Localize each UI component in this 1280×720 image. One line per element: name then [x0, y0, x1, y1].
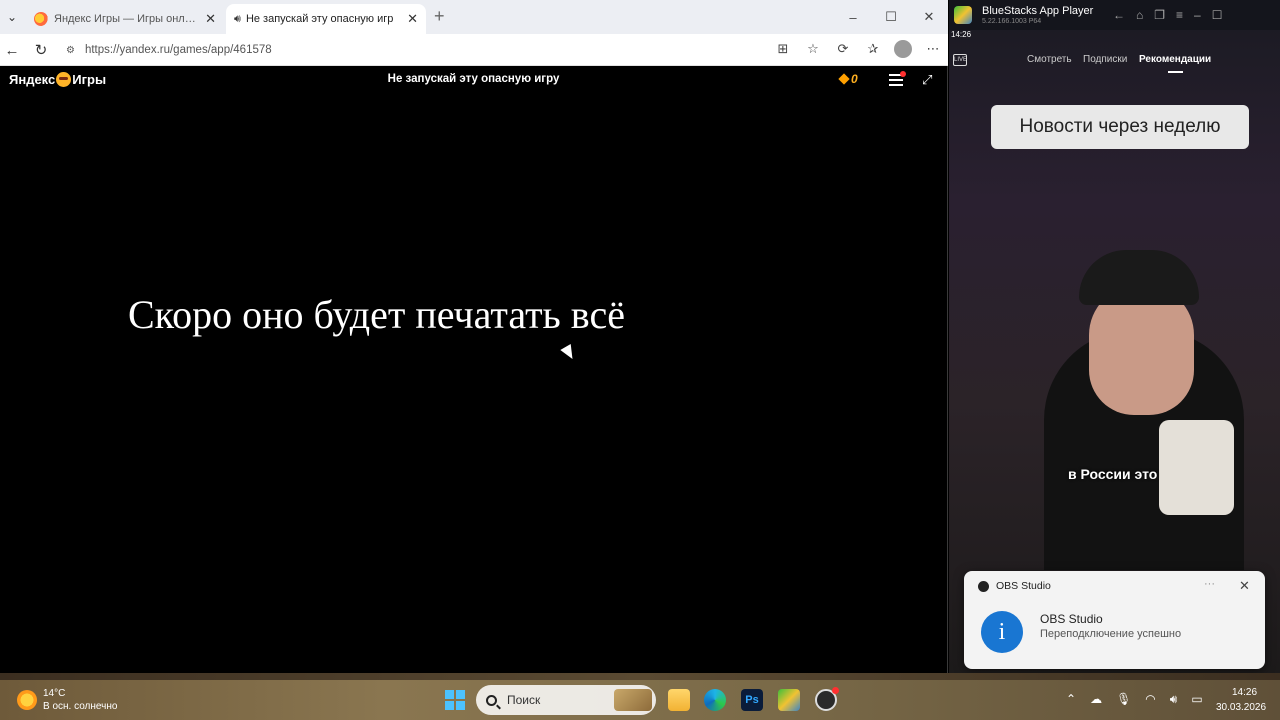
browser-window: ⌄ Яндекс Игры — Игры онлайн бе ✕ 🔊︎ Не з… [0, 0, 948, 673]
active-tab-underline [1168, 71, 1183, 73]
weather-temperature[interactable]: 14°C [43, 688, 65, 699]
search-icon [486, 694, 497, 706]
photoshop-icon[interactable]: Ps [741, 689, 763, 711]
battery-icon[interactable]: ▭ [1191, 692, 1202, 707]
fullscreen-icon[interactable]: ⤢ [922, 73, 935, 86]
favorites-list-icon[interactable]: ✰ [864, 41, 882, 57]
close-window-icon[interactable]: ✕ [910, 0, 948, 34]
game-message: Скоро оно будет печатать всё [128, 292, 625, 337]
extensions-icon[interactable]: ⟳ [834, 41, 852, 57]
coins-counter[interactable]: 0 [838, 72, 858, 86]
maximize-icon[interactable]: ☐ [872, 0, 910, 34]
maximize-icon[interactable]: ☐ [1212, 8, 1223, 22]
mouse-cursor-icon [560, 343, 578, 363]
game-area[interactable]: Яндекс Игры Не запускай эту опасную игру … [0, 67, 947, 671]
taskbar: 14°C В осн. солнечно Поиск Ps ⌃ ☁ 🎙︎ ◠ 🔊… [0, 680, 1280, 720]
notification-more-icon[interactable]: ··· [1204, 578, 1215, 590]
game-title: Не запускай эту опасную игру [387, 73, 560, 85]
window-controls: – ☐ ✕ [834, 0, 948, 34]
minimize-icon[interactable]: – [1194, 8, 1201, 22]
desktop-wallpaper-strip [0, 673, 1280, 680]
streamer-mug [1159, 420, 1234, 515]
coin-icon [838, 73, 850, 85]
search-highlight-image [614, 689, 652, 711]
obs-app-icon [978, 581, 989, 592]
profile-avatar[interactable] [894, 40, 912, 58]
yandex-favicon-icon [34, 12, 48, 26]
home-icon[interactable]: ⌂ [1136, 8, 1143, 22]
coins-value: 0 [851, 72, 858, 86]
tab-game[interactable]: 🔊︎ Не запускай эту опасную игр ✕ [226, 4, 426, 85]
bluestacks-controls: ← ⌂ ❐ ≡ – ☐ [1113, 8, 1222, 22]
url-field[interactable]: ⚙ https://yandex.ru/games/app/461578 [58, 38, 828, 62]
edge-browser-icon[interactable] [704, 689, 726, 711]
bluestacks-logo-icon [954, 6, 972, 24]
game-header: Яндекс Игры Не запускай эту опасную игру … [0, 67, 947, 93]
video-caption: в России это [1068, 466, 1158, 482]
wifi-icon[interactable]: ◠ [1145, 692, 1155, 707]
tab-bar: ⌄ Яндекс Игры — Игры онлайн бе ✕ 🔊︎ Не з… [0, 0, 948, 85]
taskbar-search[interactable]: Поиск [476, 685, 656, 715]
volume-icon[interactable]: 🔊︎ [1170, 692, 1178, 707]
notification-dot [900, 71, 906, 77]
tray-chevron-icon[interactable]: ⌃ [1066, 692, 1076, 707]
microphone-icon[interactable]: 🎙︎ [1116, 692, 1131, 707]
bluestacks-titlebar: BlueStacks App Player 5.22.166.1003 P64 … [949, 0, 1280, 30]
tab-close-icon[interactable]: ✕ [407, 11, 418, 27]
notification-app-name: OBS Studio [996, 580, 1051, 592]
hamburger-menu-icon[interactable] [889, 71, 906, 86]
clock-date[interactable]: 30.03.2026 [1216, 702, 1266, 713]
cloud-icon[interactable]: ☁ [1090, 692, 1102, 707]
tab-recommendations[interactable]: Рекомендации [1139, 54, 1211, 65]
notification-title: OBS Studio [1040, 612, 1103, 626]
back-icon[interactable]: ← [1113, 8, 1125, 22]
tab-subscriptions[interactable]: Подписки [1083, 54, 1127, 65]
favorite-star-icon[interactable]: ☆ [804, 41, 822, 57]
obs-taskbar-icon[interactable] [815, 687, 839, 711]
tab-title: Яндекс Игры — Игры онлайн бе [54, 13, 199, 25]
more-menu-icon[interactable]: ⋯ [924, 41, 942, 57]
search-placeholder: Поиск [507, 693, 541, 707]
system-tray: ⌃ ☁ 🎙︎ ◠ 🔊︎ ▭ [1066, 692, 1203, 707]
streamer-cap [1079, 250, 1199, 305]
windows-start-icon[interactable] [445, 690, 465, 710]
tab-title: Не запускай эту опасную игр [245, 13, 394, 25]
android-status-bar: 14:26 [951, 30, 972, 39]
notification-body: Переподключение успешно [1040, 628, 1182, 640]
notification-close-icon[interactable]: ✕ [1239, 578, 1250, 594]
recent-apps-icon[interactable]: ❐ [1154, 8, 1165, 22]
bluestacks-app-name: BlueStacks App Player [982, 5, 1094, 17]
site-info-icon[interactable]: ⚙ [66, 45, 75, 56]
weather-sun-icon[interactable] [17, 690, 37, 710]
tab-close-icon[interactable]: ✕ [205, 11, 216, 27]
url-text: https://yandex.ru/games/app/461578 [84, 44, 272, 56]
tab-list-chevron-icon[interactable]: ⌄ [0, 0, 24, 34]
bluestacks-taskbar-icon[interactable] [778, 689, 800, 711]
menu-icon[interactable]: ≡ [1176, 8, 1183, 22]
weather-description[interactable]: В осн. солнечно [43, 701, 117, 712]
tab-yandex-games[interactable]: Яндекс Игры — Игры онлайн бе ✕ [26, 4, 224, 34]
clock-time[interactable]: 14:26 [1232, 687, 1257, 698]
video-tabs: Смотреть Подписки Рекомендации [949, 52, 1280, 73]
toolbar-actions: ⊞ ☆ ⟳ ✰ ⋯ [774, 40, 942, 58]
file-explorer-icon[interactable] [668, 689, 690, 711]
info-icon: i [981, 611, 1023, 653]
tab-watch[interactable]: Смотреть [1027, 54, 1072, 65]
minimize-icon[interactable]: – [834, 0, 872, 34]
refresh-icon[interactable]: ↻ [31, 40, 51, 60]
back-arrow-icon[interactable]: ← [2, 40, 22, 60]
obs-notification[interactable]: OBS Studio ··· ✕ i OBS Studio Переподклю… [964, 571, 1265, 669]
bluestacks-version: 5.22.166.1003 P64 [982, 18, 1042, 25]
address-bar: ← ↻ ⚙ https://yandex.ru/games/app/461578… [0, 34, 948, 66]
speaker-icon[interactable]: 🔊︎ [234, 13, 241, 26]
streamer-video[interactable] [1044, 230, 1244, 570]
news-bubble: Новости через неделю [991, 105, 1249, 149]
new-tab-plus-icon[interactable]: + [434, 6, 445, 27]
app-install-icon[interactable]: ⊞ [774, 41, 792, 57]
